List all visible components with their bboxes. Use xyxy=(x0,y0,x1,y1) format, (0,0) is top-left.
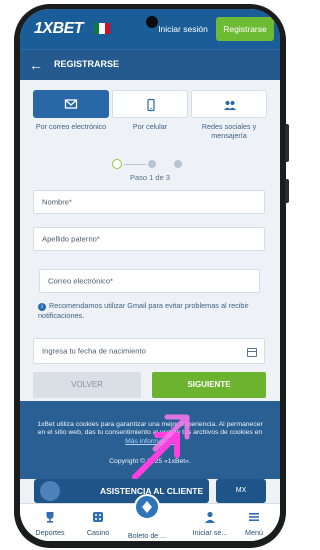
registration-methods: Por correo electrónico Por celular Redes… xyxy=(20,80,280,150)
email-field[interactable]: Correo electrónico* xyxy=(39,269,260,293)
mobile-phone-icon xyxy=(147,98,155,112)
name-field[interactable]: Nombre* xyxy=(33,190,265,214)
volume-button xyxy=(285,124,289,162)
tab-email[interactable] xyxy=(33,90,109,118)
birthdate-placeholder: Ingresa tu fecha de nacimiento xyxy=(42,346,146,356)
casino-icon xyxy=(93,512,103,522)
nav-menu-label: Menú xyxy=(245,528,263,537)
step-dot-1 xyxy=(112,159,122,169)
cookie-more-info-link[interactable]: Más información xyxy=(125,438,175,445)
email-placeholder: Correo electrónico* xyxy=(48,276,113,286)
nav-sports[interactable]: Deportes xyxy=(24,507,76,541)
info-icon: i xyxy=(38,303,46,311)
language-selector[interactable]: MX xyxy=(216,479,266,503)
tab-phone-label: Por celular xyxy=(132,122,168,131)
surname-placeholder: Apellido paterno* xyxy=(42,234,100,244)
birthdate-field[interactable]: Ingresa tu fecha de nacimiento xyxy=(33,338,265,364)
step-dot-2 xyxy=(148,160,156,168)
gmail-notice: i Recomendamos utilizar Gmail para evitar… xyxy=(38,301,264,321)
cookie-text: 1xBet utiliza cookies para garantizar un… xyxy=(34,421,266,446)
nav-menu[interactable]: Menú xyxy=(228,507,280,541)
envelope-icon xyxy=(64,99,78,109)
menu-icon xyxy=(249,513,259,521)
registration-form: Paso 1 de 3 Nombre* Apellido paterno* Co… xyxy=(20,150,280,398)
user-icon xyxy=(205,511,215,523)
customer-support-button[interactable]: ASISTENCIA AL CLIENTE xyxy=(34,479,209,503)
brand-logo[interactable]: 1XBET xyxy=(34,20,84,38)
login-button[interactable]: Iniciar sesión xyxy=(154,19,212,39)
tab-social-label: Redes sociales y mensajería xyxy=(201,122,257,140)
top-header: 1XBET Iniciar sesión Registrarse xyxy=(20,9,280,49)
trophy-icon xyxy=(46,512,54,523)
cookie-message: 1xBet utiliza cookies para garantizar un… xyxy=(37,421,263,437)
nav-sports-label: Deportes xyxy=(35,528,65,537)
step-connector xyxy=(124,164,146,165)
nav-bet-slip-label: Boleto de ... xyxy=(127,531,167,540)
surname-field[interactable]: Apellido paterno* xyxy=(33,227,265,251)
calendar-icon[interactable] xyxy=(247,348,257,357)
language-label: MX xyxy=(235,487,247,494)
name-placeholder: Nombre* xyxy=(42,197,72,207)
section-header: ← REGISTRARSE xyxy=(20,49,280,80)
tab-email-label: Por correo electrónico xyxy=(35,122,107,131)
copyright-text: Copyright © 2025 «1xBet». xyxy=(109,458,191,465)
gmail-notice-text: Recomendamos utilizar Gmail para evitar … xyxy=(38,301,249,320)
step-dot-3 xyxy=(174,160,182,168)
back-arrow-icon[interactable]: ← xyxy=(28,57,44,73)
people-icon xyxy=(224,101,236,110)
app-screen: 1XBET Iniciar sesión Registrarse ← REGIS… xyxy=(20,9,280,541)
bottom-nav: Deportes Casino Boleto de ... Iniciar se… xyxy=(20,494,280,541)
mexico-flag-icon[interactable] xyxy=(94,23,110,34)
page-title: REGISTRARSE xyxy=(54,59,120,69)
tab-phone[interactable] xyxy=(112,90,188,118)
power-button xyxy=(285,179,289,203)
ticket-icon xyxy=(142,501,152,513)
back-button[interactable]: VOLVER xyxy=(33,372,141,398)
cookie-banner: 1xBet utiliza cookies para garantizar un… xyxy=(20,401,280,479)
support-icon xyxy=(40,481,60,501)
bet-slip-icon[interactable] xyxy=(134,494,160,520)
step-text: Paso 1 de 3 xyxy=(129,173,171,182)
tab-social[interactable] xyxy=(191,90,267,118)
register-button[interactable]: Registrarse xyxy=(216,17,274,41)
next-button[interactable]: SIGUIENTE xyxy=(152,372,266,398)
step-indicator xyxy=(112,159,192,169)
